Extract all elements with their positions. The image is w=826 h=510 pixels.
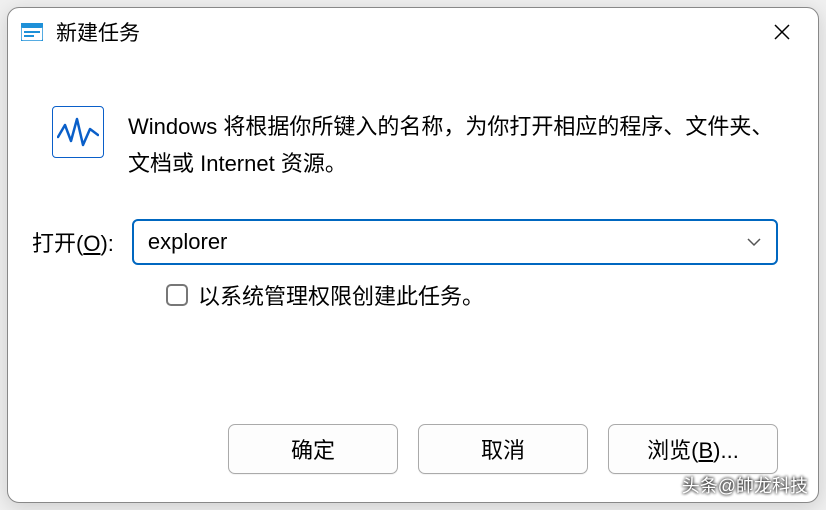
info-row: Windows 将根据你所键入的名称，为你打开相应的程序、文件夹、文档或 Int… bbox=[48, 106, 778, 183]
run-task-dialog: 新建任务 Windows 将根据你所键入的名称，为你打开相应的程序、文件夹、文档… bbox=[7, 7, 819, 503]
titlebar: 新建任务 bbox=[8, 8, 818, 56]
admin-checkbox[interactable] bbox=[166, 284, 188, 306]
open-label: 打开(O): bbox=[32, 226, 114, 258]
ok-button[interactable]: 确定 bbox=[228, 424, 398, 474]
close-button[interactable] bbox=[758, 12, 806, 52]
chevron-down-icon[interactable] bbox=[746, 234, 762, 250]
admin-checkbox-label: 以系统管理权限创建此任务。 bbox=[198, 279, 484, 311]
button-row: 确定 取消 浏览(B)... bbox=[8, 424, 818, 502]
dialog-title: 新建任务 bbox=[56, 17, 758, 47]
cancel-button[interactable]: 取消 bbox=[418, 424, 588, 474]
open-input-value: explorer bbox=[148, 229, 746, 255]
app-icon bbox=[20, 22, 44, 42]
dialog-content: Windows 将根据你所键入的名称，为你打开相应的程序、文件夹、文档或 Int… bbox=[8, 56, 818, 424]
admin-checkbox-row: 以系统管理权限创建此任务。 bbox=[166, 279, 778, 311]
open-combobox[interactable]: explorer bbox=[132, 219, 778, 265]
close-icon bbox=[774, 24, 790, 40]
info-text: Windows 将根据你所键入的名称，为你打开相应的程序、文件夹、文档或 Int… bbox=[128, 106, 778, 183]
open-input-row: 打开(O): explorer bbox=[48, 219, 778, 265]
perfmon-icon bbox=[52, 106, 104, 158]
browse-button[interactable]: 浏览(B)... bbox=[608, 424, 778, 474]
